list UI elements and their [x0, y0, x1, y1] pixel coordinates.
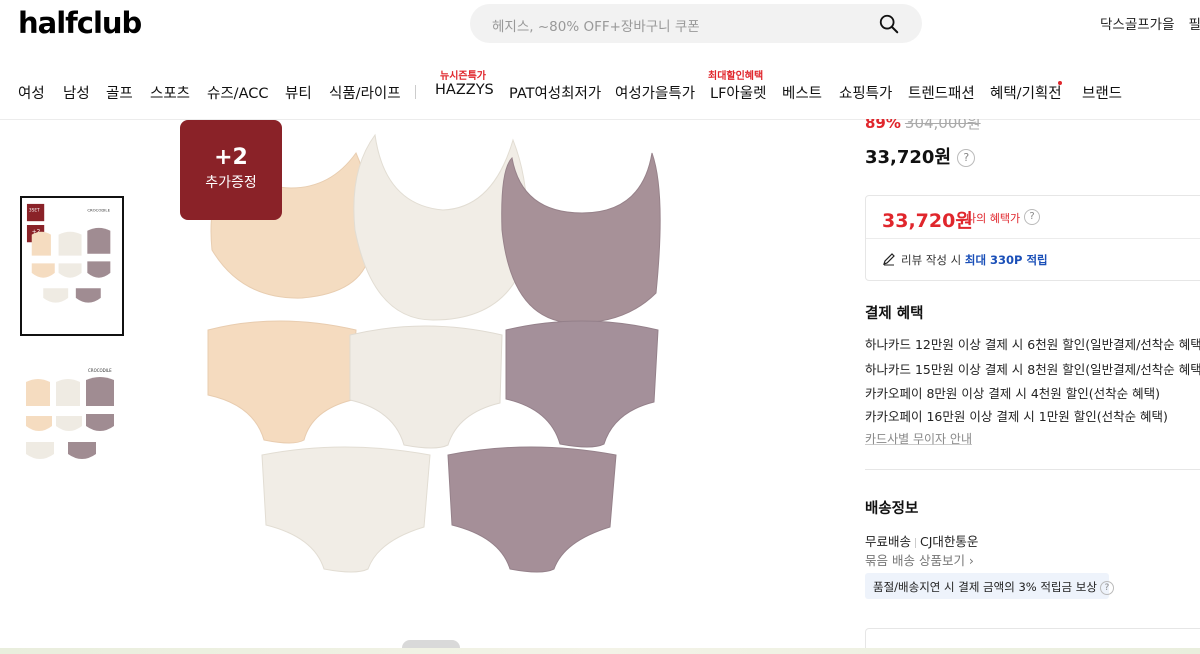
nav-item-brand[interactable]: 브랜드	[1082, 82, 1122, 103]
main-nav: 여성 남성 골프 스포츠 슈즈/ACC 뷰티 식품/라이프 뉴시즌특가 HAZZ…	[0, 60, 1200, 120]
pencil-icon	[883, 253, 895, 266]
payment-benefit-line: 카카오페이 8만원 이상 결제 시 4천원 할인(선착순 혜택)	[865, 386, 1160, 401]
nav-item-best[interactable]: 베스트	[782, 82, 822, 103]
top-links: 닥스골프가을 필	[1100, 13, 1200, 33]
top-link-daks-golf[interactable]: 닥스골프가을	[1100, 17, 1175, 33]
shipping-carrier: CJ대한통운	[920, 534, 979, 549]
benefit-price: 33,720원	[882, 210, 973, 232]
nav-item-hazzys[interactable]: HAZZYS	[435, 82, 494, 98]
separator	[915, 537, 917, 548]
top-link-more[interactable]: 필	[1189, 17, 1200, 33]
gift-badge: +2 추가증정	[180, 120, 282, 220]
product-thumbnail-1[interactable]: 3SET +2 CROCODILE	[20, 196, 124, 336]
nav-item-lf-outlet[interactable]: LF아울렛	[710, 82, 766, 103]
nav-item-pat[interactable]: PAT여성최저가	[509, 82, 601, 103]
thumb-brand: CROCODILE	[88, 368, 112, 373]
thumbnail-image: CROCODILE	[24, 360, 120, 492]
nav-tag-max-discount: 최대할인혜택	[708, 71, 764, 82]
bottom-strip	[0, 648, 1200, 654]
shipping-info: 무료배송 CJ대한통운	[865, 531, 978, 550]
search-placeholder: 헤지스, ~80% OFF+장바구니 쿠폰	[492, 19, 700, 35]
sale-price: 33,720원	[865, 147, 952, 168]
price-help-icon[interactable]: ?	[957, 149, 976, 167]
bundle-shipping-link[interactable]: 묶음 배송 상품보기 ›	[865, 550, 974, 569]
site-logo[interactable]: halfclub	[18, 6, 142, 40]
nav-divider	[415, 85, 416, 99]
nav-item-women-autumn[interactable]: 여성가을특가	[615, 82, 695, 103]
shipping-free: 무료배송	[865, 534, 912, 549]
thumb-brand: CROCODILE	[87, 208, 110, 213]
nav-tag-new-season: 뉴시즌특가	[440, 71, 486, 82]
payment-benefits-title: 결제 혜택	[865, 306, 924, 322]
new-dot-icon	[1058, 81, 1062, 85]
search-bar[interactable]: 헤지스, ~80% OFF+장바구니 쿠폰	[470, 4, 922, 43]
nav-item-trend-fashion[interactable]: 트렌드패션	[908, 82, 975, 103]
gift-count: +2	[214, 145, 248, 170]
payment-benefit-line: 하나카드 15만원 이상 결제 시 8천원 할인(일반결제/선착순 혜택)	[865, 362, 1200, 377]
benefit-help-icon[interactable]: ?	[1024, 209, 1040, 225]
gift-label: 추가증정	[205, 175, 257, 191]
nav-item-shoes-acc[interactable]: 슈즈/ACC	[207, 82, 268, 103]
nav-item-shopping-deals[interactable]: 쇼핑특가	[839, 82, 892, 103]
delay-compensation-note: 품절/배송지연 시 결제 금액의 3% 적립금 보상?	[865, 573, 1114, 599]
delay-compensation-text: 품절/배송지연 시 결제 금액의 3% 적립금 보상	[873, 580, 1097, 594]
nav-item-food-life[interactable]: 식품/라이프	[329, 82, 401, 103]
nav-item-men[interactable]: 남성	[63, 82, 90, 103]
section-divider	[865, 469, 1200, 470]
review-reward-highlight: 최대 330P 적립	[964, 253, 1048, 267]
benefit-price-label: 나의 혜택가	[966, 212, 1021, 225]
nav-item-sports[interactable]: 스포츠	[150, 82, 190, 103]
thumbnail-image: 3SET +2 CROCODILE	[26, 202, 118, 329]
compensation-help-icon[interactable]: ?	[1099, 580, 1114, 595]
thumb-set-label: 3SET	[29, 208, 40, 214]
payment-benefit-line: 카카오페이 16만원 이상 결제 시 1만원 할인(선착순 혜택)	[865, 409, 1168, 424]
search-icon[interactable]	[878, 13, 900, 35]
nav-item-women[interactable]: 여성	[18, 82, 45, 103]
nav-item-beauty[interactable]: 뷰티	[285, 82, 312, 103]
review-reward: 리뷰 작성 시 최대 330P 적립	[901, 253, 1048, 267]
payment-benefit-line: 하나카드 12만원 이상 결제 시 6천원 할인(일반결제/선착순 혜택)	[865, 337, 1200, 352]
shipping-title: 배송정보	[865, 501, 919, 517]
benefit-divider	[866, 238, 1200, 239]
card-installment-link[interactable]: 카드사별 무이자 안내	[865, 430, 972, 447]
product-thumbnail-2[interactable]: CROCODILE	[20, 356, 124, 496]
nav-item-benefits[interactable]: 혜택/기획전	[990, 82, 1062, 103]
nav-item-golf[interactable]: 골프	[106, 82, 133, 103]
benefit-price-box: 33,720원 나의 혜택가 ? 리뷰 작성 시 최대 330P 적립	[865, 195, 1200, 281]
sale-price-row: 33,720원 ?	[865, 143, 976, 169]
